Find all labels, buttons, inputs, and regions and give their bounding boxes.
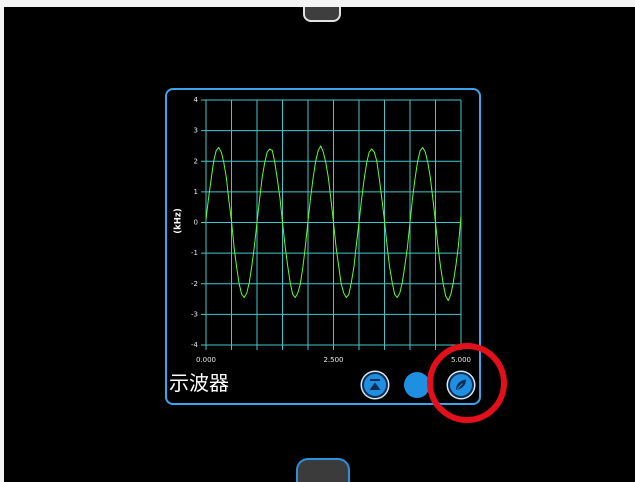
- leaf-button[interactable]: [448, 372, 474, 398]
- axis-ticks: [201, 99, 462, 350]
- y-tick-label: -1: [191, 249, 198, 257]
- y-tick-label: 4: [194, 96, 199, 104]
- y-tick-label: -2: [191, 280, 198, 288]
- leaf-icon: [456, 379, 466, 390]
- y-axis-label: (kHz): [174, 208, 184, 234]
- screen-left-edge: [0, 0, 4, 482]
- x-tick-label: 5.000: [451, 356, 471, 364]
- round-button[interactable]: [404, 372, 430, 398]
- bottom-drawer-handle[interactable]: [296, 458, 350, 482]
- y-tick-labels: 4 3 2 1 0 -1 -2 -3 -4: [191, 96, 199, 349]
- x-tick-label: 2.500: [323, 356, 343, 364]
- oscilloscope-panel: 4 3 2 1 0 -1 -2 -3 -4 0.000 2.500 5.000 (kHz) 示波器: [165, 88, 481, 405]
- y-tick-label: -3: [191, 310, 198, 318]
- x-tick-label: 0.000: [196, 356, 216, 364]
- screen-top-edge: [0, 0, 635, 7]
- to-top-icon: [369, 379, 381, 390]
- oscilloscope-chart[interactable]: 4 3 2 1 0 -1 -2 -3 -4 0.000 2.500 5.000 (kHz): [167, 90, 479, 403]
- y-tick-label: 2: [194, 157, 198, 165]
- y-tick-label: 1: [194, 188, 198, 196]
- y-tick-label: 3: [194, 127, 198, 135]
- to-top-button[interactable]: [362, 372, 388, 398]
- x-tick-labels: 0.000 2.500 5.000: [196, 356, 471, 364]
- panel-title: 示波器: [169, 371, 229, 395]
- y-tick-label: 0: [194, 219, 198, 227]
- y-tick-label: -4: [191, 341, 199, 349]
